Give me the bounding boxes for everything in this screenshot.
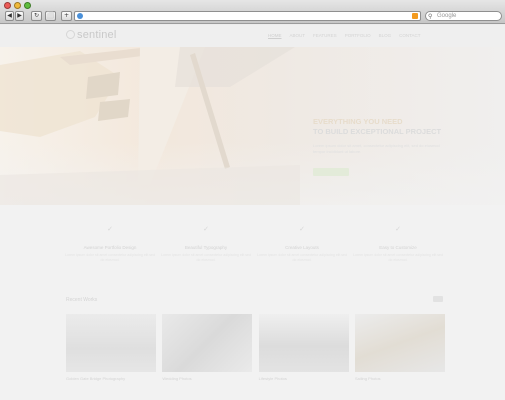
hero-title-rest: TO BUILD EXCEPTIONAL PROJECT — [313, 127, 442, 136]
menu-item-contact[interactable]: CONTACT — [399, 33, 420, 38]
landscape-photo[interactable] — [258, 314, 349, 372]
sailboat-image — [0, 47, 300, 205]
portfolio-caption[interactable]: Golden Gate Bridge Photography — [66, 376, 156, 381]
portfolio-item[interactable]: Golden Gate Bridge Photography — [66, 314, 156, 381]
reload-button[interactable]: ↻ — [31, 11, 42, 21]
feature-item: ✓ Easy to Customize Lorem ipsum dolor si… — [352, 225, 444, 263]
portfolio-item[interactable]: Lifestyle Photos — [258, 314, 349, 381]
feature-title[interactable]: Awesome Portfolio Design — [64, 245, 156, 250]
feature-text: Lorem ipsum dolor sit amet consectetur a… — [353, 253, 443, 262]
feature-item: ✓ Awesome Portfolio Design Lorem ipsum d… — [64, 225, 156, 263]
feature-item: ✓ Creative Layouts Lorem ipsum dolor sit… — [256, 225, 348, 263]
feature-text: Lorem ipsum dolor sit amet consectetur a… — [65, 253, 155, 262]
search-icon: ⚲ — [428, 13, 433, 20]
check-icon: ✓ — [203, 225, 209, 233]
search-placeholder: Google — [437, 13, 457, 19]
feature-title[interactable]: Beautiful Typography — [160, 245, 252, 250]
minimize-window-button[interactable] — [14, 2, 21, 9]
logo-text: sentinel — [77, 29, 117, 41]
address-bar[interactable] — [74, 11, 421, 21]
menu-item-portfolio[interactable]: PORTFOLIO — [345, 33, 371, 38]
add-bookmark-button[interactable]: + — [61, 11, 72, 21]
recent-works-title: Recent Works — [66, 297, 98, 303]
hero-title: EVERYTHING YOU NEED TO BUILD EXCEPTIONAL… — [313, 117, 441, 137]
globe-icon — [77, 13, 83, 19]
hero-slider: EVERYTHING YOU NEED TO BUILD EXCEPTIONAL… — [0, 47, 505, 205]
couple-photo[interactable] — [162, 314, 253, 372]
forward-button[interactable]: ▶ — [15, 11, 24, 21]
logo-mark-icon — [66, 30, 75, 39]
bridge-photo[interactable] — [66, 314, 156, 372]
zoom-window-button[interactable] — [24, 2, 31, 9]
features-section: ✓ Awesome Portfolio Design Lorem ipsum d… — [64, 225, 444, 263]
check-icon: ✓ — [395, 225, 401, 233]
feature-title[interactable]: Creative Layouts — [256, 245, 348, 250]
check-icon: ✓ — [299, 225, 305, 233]
menu-item-features[interactable]: FEATURES — [313, 33, 337, 38]
back-button[interactable]: ◀ — [5, 11, 14, 21]
feature-title[interactable]: Easy to Customize — [352, 245, 444, 250]
portfolio-item[interactable]: Sailing Photos — [354, 314, 445, 381]
main-menu: HOME ABOUT FEATURES PORTFOLIO BLOG CONTA… — [268, 33, 421, 38]
feature-text: Lorem ipsum dolor sit amet consectetur a… — [161, 253, 251, 262]
window-controls — [4, 2, 31, 9]
search-field[interactable]: ⚲ Google — [425, 11, 502, 21]
carousel-nav-button[interactable] — [433, 296, 443, 302]
site-header: sentinel HOME ABOUT FEATURES PORTFOLIO B… — [0, 25, 505, 47]
portfolio-item[interactable]: Wedding Photos — [162, 314, 253, 381]
recent-works-gallery: Golden Gate Bridge Photography Wedding P… — [66, 314, 445, 381]
feature-text: Lorem ipsum dolor sit amet consectetur a… — [257, 253, 347, 262]
hero-cta-button[interactable] — [313, 168, 349, 176]
tabs-button[interactable]: ⬜ — [45, 11, 56, 21]
menu-item-about[interactable]: ABOUT — [290, 33, 306, 38]
portfolio-caption[interactable]: Wedding Photos — [162, 376, 252, 381]
web-page: sentinel HOME ABOUT FEATURES PORTFOLIO B… — [0, 25, 505, 400]
portfolio-caption[interactable]: Lifestyle Photos — [259, 376, 349, 381]
site-logo[interactable]: sentinel — [66, 29, 117, 41]
sailboat-photo[interactable] — [354, 314, 445, 372]
feature-item: ✓ Beautiful Typography Lorem ipsum dolor… — [160, 225, 252, 263]
menu-item-home[interactable]: HOME — [268, 33, 282, 38]
browser-toolbar: ◀ ▶ ↻ ⬜ + ⚲ Google — [0, 0, 505, 24]
hero-title-highlight: EVERYTHING YOU NEED — [313, 117, 403, 126]
portfolio-caption[interactable]: Sailing Photos — [355, 376, 445, 381]
menu-item-blog[interactable]: BLOG — [379, 33, 392, 38]
check-icon: ✓ — [107, 225, 113, 233]
close-window-button[interactable] — [4, 2, 11, 9]
hero-subtitle: Lorem ipsum dolor sit amet, consectetur … — [313, 143, 440, 154]
rss-icon[interactable] — [412, 13, 418, 19]
